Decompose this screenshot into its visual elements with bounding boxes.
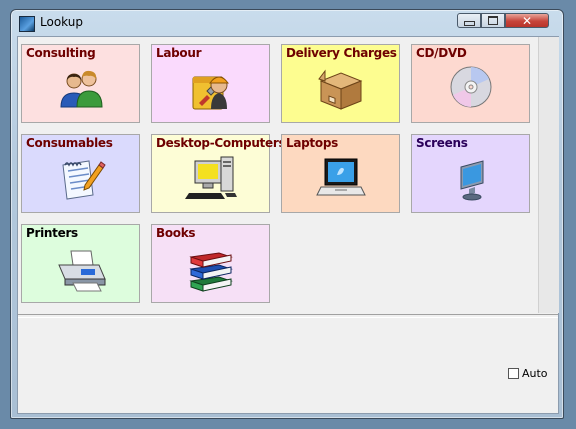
window-title: Lookup xyxy=(40,15,83,29)
tile-label: Delivery Charges xyxy=(286,46,397,60)
maximize-button[interactable] xyxy=(481,13,505,28)
people-icon xyxy=(60,70,103,108)
tile-grid: Consulting Labour Delivery Charges CD/DV… xyxy=(18,37,538,313)
box-icon xyxy=(318,69,363,110)
tile-label: Laptops xyxy=(286,136,338,150)
lookup-window: Lookup ✕ Consulting Labour Delivery Char… xyxy=(10,9,564,419)
maximize-icon xyxy=(488,16,498,25)
tile-label: Consulting xyxy=(26,46,96,60)
tile-consumables[interactable]: Consumables xyxy=(21,134,140,213)
scrollbar-track[interactable] xyxy=(538,37,559,313)
monitor-icon xyxy=(460,160,484,201)
tile-label: Consumables xyxy=(26,136,113,150)
tile-label: CD/DVD xyxy=(416,46,467,60)
worker-icon xyxy=(192,76,230,110)
tile-cd-dvd[interactable]: CD/DVD xyxy=(411,44,530,123)
tile-label: Printers xyxy=(26,226,78,240)
splitter[interactable] xyxy=(18,314,558,318)
tile-label: Books xyxy=(156,226,196,240)
close-icon: ✕ xyxy=(521,13,533,28)
tile-label: Desktop-Computers xyxy=(156,136,286,150)
laptop-icon xyxy=(316,158,366,196)
tile-label: Screens xyxy=(416,136,468,150)
title-bar[interactable]: Lookup ✕ xyxy=(11,10,563,36)
tile-screens[interactable]: Screens xyxy=(411,134,530,213)
app-icon xyxy=(19,16,35,32)
tile-printers[interactable]: Printers xyxy=(21,224,140,303)
auto-checkbox[interactable] xyxy=(508,368,519,379)
tile-delivery-charges[interactable]: Delivery Charges xyxy=(281,44,400,123)
auto-label[interactable]: Auto xyxy=(522,367,548,380)
tile-labour[interactable]: Labour xyxy=(151,44,270,123)
tile-laptops[interactable]: Laptops xyxy=(281,134,400,213)
notepad-icon xyxy=(62,160,106,200)
tile-consulting[interactable]: Consulting xyxy=(21,44,140,123)
tile-label: Labour xyxy=(156,46,202,60)
auto-checkbox-wrap[interactable]: Auto xyxy=(508,367,548,380)
printer-icon xyxy=(58,250,106,292)
tile-desktop-computers[interactable]: Desktop-Computers xyxy=(151,134,286,213)
minimize-button[interactable] xyxy=(457,13,481,28)
books-icon xyxy=(189,252,233,292)
desktop-computer-icon xyxy=(185,156,237,199)
minimize-icon xyxy=(463,21,475,26)
client-area: Consulting Labour Delivery Charges CD/DV… xyxy=(17,36,559,414)
close-button[interactable]: ✕ xyxy=(505,13,549,28)
tile-books[interactable]: Books xyxy=(151,224,270,303)
disc-icon xyxy=(450,66,492,108)
